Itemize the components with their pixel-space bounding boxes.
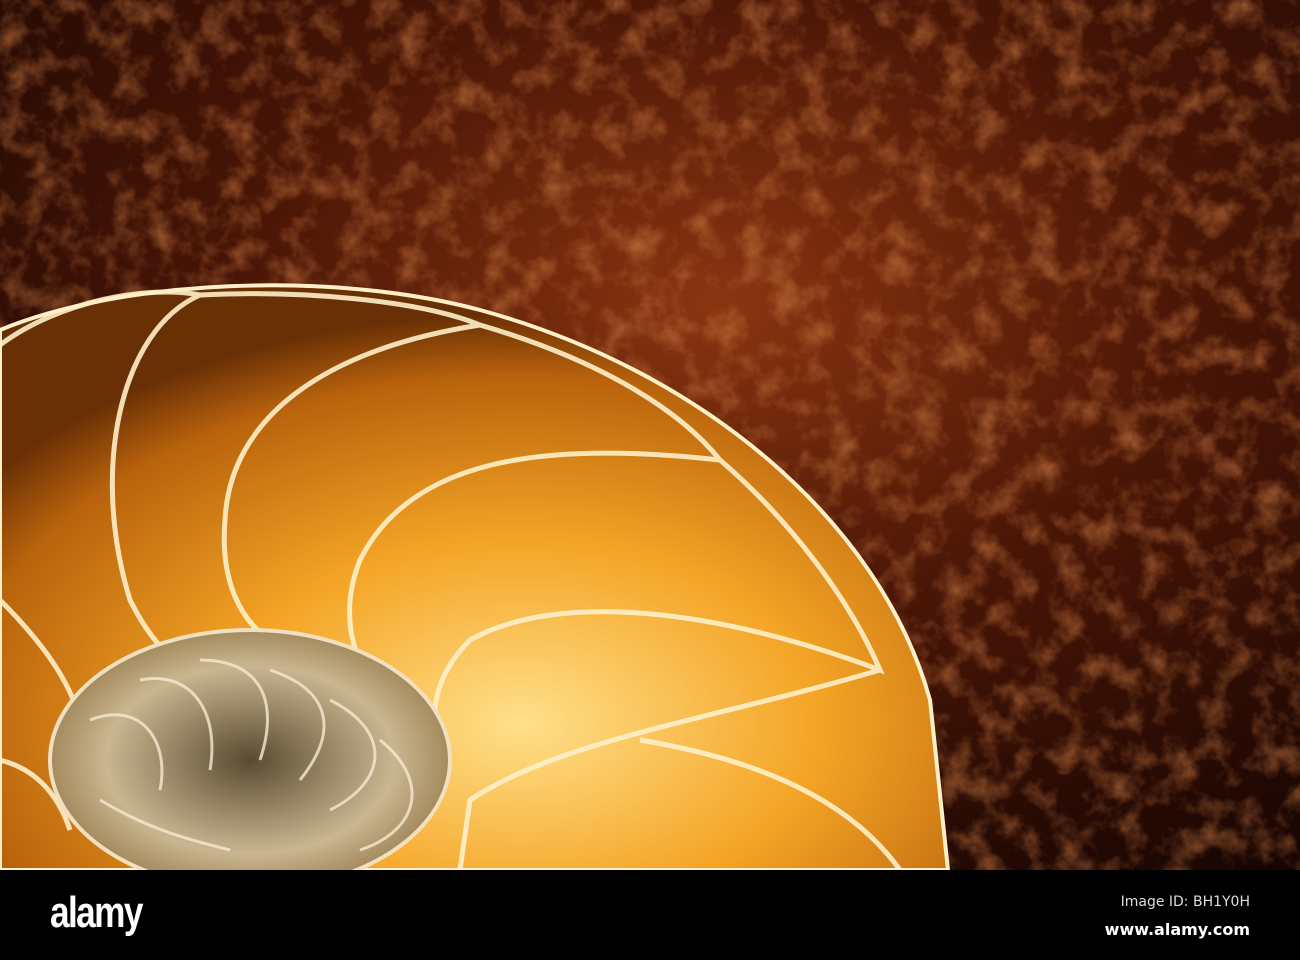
website-link: www.alamy.com (1104, 920, 1250, 939)
footer-bar: alamy Image ID: BH1Y0H www.alamy.com (0, 870, 1300, 960)
alamy-logo: alamy (50, 888, 143, 937)
image-id: Image ID: BH1Y0H (1120, 894, 1250, 910)
nautilus-photo (0, 0, 1300, 870)
